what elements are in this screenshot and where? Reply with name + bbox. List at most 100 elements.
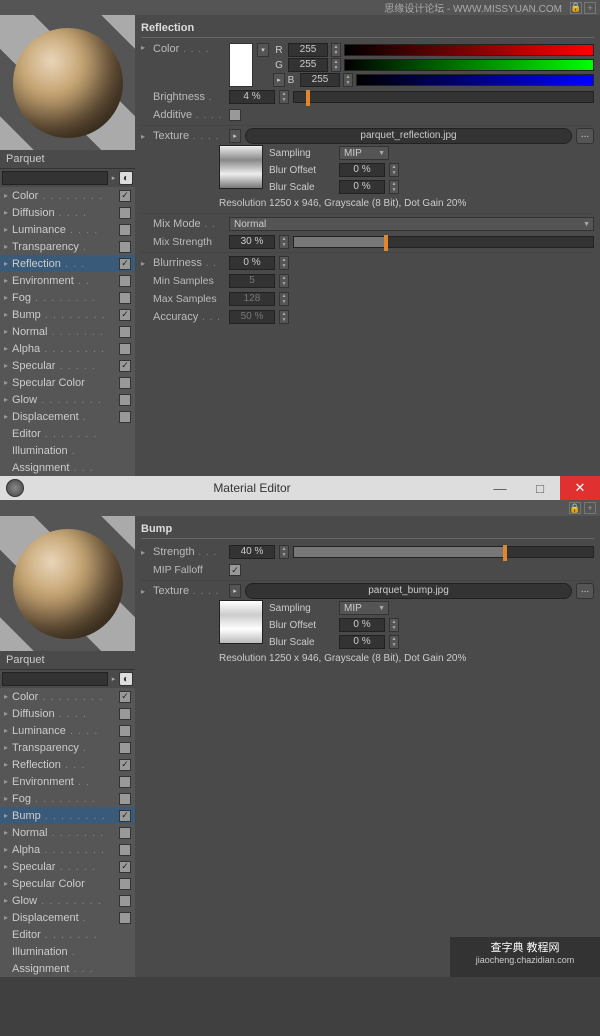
material-name-input[interactable] — [2, 672, 108, 686]
channel-assignment[interactable]: Assignment . . . — [0, 960, 135, 977]
texture-menu-icon[interactable]: ▸ — [229, 129, 241, 143]
channel-reflection[interactable]: ▸Reflection . . . — [0, 255, 135, 272]
channel-glow[interactable]: ▸Glow . . . . . . . . — [0, 391, 135, 408]
blurriness-value[interactable]: 0 % — [229, 256, 275, 270]
r-spinner[interactable]: ▲▼ — [331, 43, 341, 57]
channel-checkbox[interactable] — [119, 394, 131, 406]
channel-editor[interactable]: Editor . . . . . . . — [0, 425, 135, 442]
expand-icon[interactable]: ▸ — [4, 242, 12, 251]
blur-offset-spinner[interactable]: ▲▼ — [389, 163, 399, 177]
mix-strength-spinner[interactable]: ▲▼ — [279, 235, 289, 249]
channel-specular[interactable]: ▸Specular . . . . . — [0, 858, 135, 875]
channel-diffusion[interactable]: ▸Diffusion . . . . — [0, 705, 135, 722]
expand-icon[interactable]: ▸ — [4, 726, 12, 735]
channel-checkbox[interactable] — [119, 878, 131, 890]
channel-checkbox[interactable] — [119, 343, 131, 355]
mix-mode-dropdown[interactable]: Normal — [229, 217, 594, 231]
channel-checkbox[interactable] — [119, 776, 131, 788]
channel-normal[interactable]: ▸Normal . . . . . . . — [0, 323, 135, 340]
channel-checkbox[interactable] — [119, 377, 131, 389]
expand-icon[interactable]: ▸ — [4, 760, 12, 769]
channel-bump[interactable]: ▸Bump . . . . . . . . — [0, 807, 135, 824]
minimize-button[interactable]: — — [480, 476, 520, 500]
r-slider[interactable] — [344, 44, 594, 56]
channel-environment[interactable]: ▸Environment . . — [0, 272, 135, 289]
sampling-dropdown[interactable]: MIP — [339, 146, 389, 160]
channel-specular-color[interactable]: ▸Specular Color — [0, 875, 135, 892]
channel-checkbox[interactable] — [119, 895, 131, 907]
texture-preview[interactable] — [219, 600, 263, 644]
channel-checkbox[interactable] — [119, 207, 131, 219]
channel-editor[interactable]: Editor . . . . . . . — [0, 926, 135, 943]
lock-icon[interactable]: 🔒 — [570, 2, 582, 14]
expand-icon[interactable]: ▸ — [141, 132, 149, 141]
texture-menu-icon[interactable]: ▸ — [229, 584, 241, 598]
channel-checkbox[interactable] — [119, 742, 131, 754]
expand-icon[interactable]: ▸ — [4, 378, 12, 387]
expand-icon[interactable]: ▸ — [4, 794, 12, 803]
channel-checkbox[interactable] — [119, 224, 131, 236]
channel-checkbox[interactable] — [119, 309, 131, 321]
g-value[interactable]: 255 — [288, 58, 328, 72]
channel-fog[interactable]: ▸Fog . . . . . . . . — [0, 790, 135, 807]
channel-normal[interactable]: ▸Normal . . . . . . . — [0, 824, 135, 841]
blur-scale-spinner[interactable]: ▲▼ — [389, 635, 399, 649]
strength-spinner[interactable]: ▲▼ — [279, 545, 289, 559]
expand-icon[interactable]: ▸ — [4, 862, 12, 871]
channel-diffusion[interactable]: ▸Diffusion . . . . — [0, 204, 135, 221]
expand-icon[interactable]: ▸ — [4, 225, 12, 234]
blur-offset-value[interactable]: 0 % — [339, 618, 385, 632]
channel-checkbox[interactable] — [119, 326, 131, 338]
texture-file-field[interactable]: parquet_bump.jpg — [245, 583, 572, 599]
channel-alpha[interactable]: ▸Alpha . . . . . . . . — [0, 841, 135, 858]
lock-icon[interactable]: 🔒 — [569, 502, 581, 514]
expand-icon[interactable]: ▸ — [4, 412, 12, 421]
channel-checkbox[interactable] — [119, 793, 131, 805]
expand-icon[interactable]: ▸ — [4, 395, 12, 404]
name-menu-icon[interactable]: ▸ — [110, 171, 117, 185]
expand-icon[interactable]: ▸ — [4, 208, 12, 217]
channel-checkbox[interactable] — [119, 275, 131, 287]
channel-luminance[interactable]: ▸Luminance . . . . — [0, 221, 135, 238]
expand-icon[interactable]: ▸ — [141, 587, 149, 596]
b-spinner[interactable]: ▲▼ — [343, 73, 353, 87]
channel-checkbox[interactable] — [119, 411, 131, 423]
channel-checkbox[interactable] — [119, 258, 131, 270]
blurriness-spinner[interactable]: ▲▼ — [279, 256, 289, 270]
expand-icon[interactable]: ▸ — [4, 811, 12, 820]
expand-icon[interactable]: ▸ — [4, 191, 12, 200]
channel-transparency[interactable]: ▸Transparency . — [0, 238, 135, 255]
channel-checkbox[interactable] — [119, 292, 131, 304]
expand-icon[interactable]: ▸ — [4, 276, 12, 285]
expand-icon[interactable]: ▸ — [4, 913, 12, 922]
blur-scale-value[interactable]: 0 % — [339, 180, 385, 194]
expand-icon[interactable]: ▸ — [141, 259, 149, 268]
expand-icon[interactable]: ▸ — [4, 361, 12, 370]
mip-falloff-checkbox[interactable] — [229, 564, 241, 576]
mix-strength-slider[interactable] — [293, 236, 594, 248]
expand-icon[interactable]: ▸ — [4, 879, 12, 888]
channel-displacement[interactable]: ▸Displacement . — [0, 909, 135, 926]
expand-icon[interactable]: ▸ — [4, 709, 12, 718]
material-name-input[interactable] — [2, 171, 108, 185]
channel-specular[interactable]: ▸Specular . . . . . — [0, 357, 135, 374]
blur-offset-value[interactable]: 0 % — [339, 163, 385, 177]
expand-icon[interactable]: ▸ — [4, 259, 12, 268]
b-value[interactable]: 255 — [300, 73, 340, 87]
expand-icon[interactable]: ▸ — [4, 293, 12, 302]
b-menu-icon[interactable]: ▸ — [273, 73, 285, 87]
expand-icon[interactable]: ▸ — [4, 327, 12, 336]
brightness-slider[interactable] — [293, 91, 594, 103]
texture-browse-button[interactable]: ... — [576, 128, 594, 144]
expand-icon[interactable]: ▸ — [4, 845, 12, 854]
r-value[interactable]: 255 — [288, 43, 328, 57]
name-menu-icon[interactable]: ▸ — [110, 672, 117, 686]
expand-icon[interactable]: ▸ — [4, 896, 12, 905]
g-slider[interactable] — [344, 59, 594, 71]
maximize-button[interactable]: □ — [520, 476, 560, 500]
channel-checkbox[interactable] — [119, 360, 131, 372]
channel-luminance[interactable]: ▸Luminance . . . . — [0, 722, 135, 739]
channel-checkbox[interactable] — [119, 810, 131, 822]
channel-fog[interactable]: ▸Fog . . . . . . . . — [0, 289, 135, 306]
channel-checkbox[interactable] — [119, 691, 131, 703]
